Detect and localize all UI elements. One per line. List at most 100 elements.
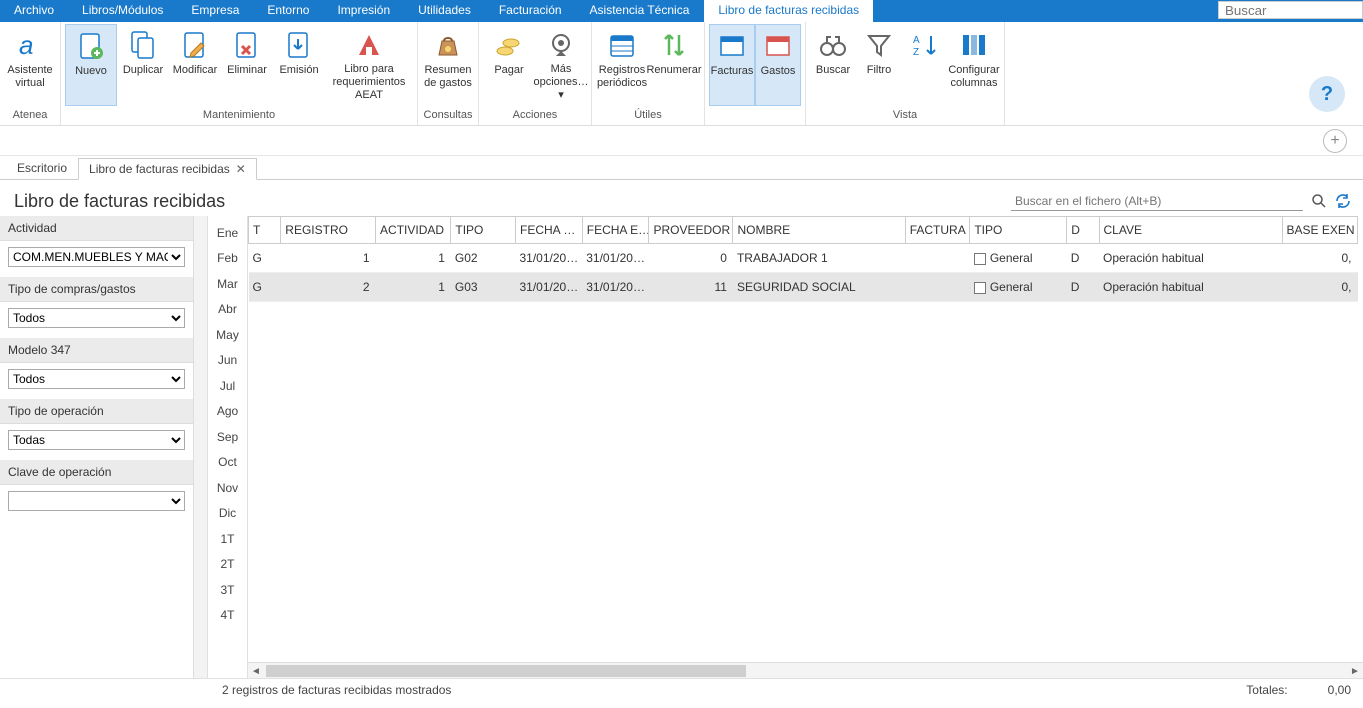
month-abr[interactable]: Abr [208, 297, 247, 323]
ribbon-asistente-virtual[interactable]: aAsistente virtual [4, 24, 56, 106]
table-row[interactable]: G21G0331/01/20…31/01/20…11SEGURIDAD SOCI… [249, 273, 1358, 302]
scroll-right-icon[interactable]: ► [1347, 663, 1363, 678]
status-totals-value: 0,00 [1328, 683, 1351, 697]
month-jun[interactable]: Jun [208, 348, 247, 374]
ribbon-label: Registros periódicos [597, 64, 647, 90]
ribbon-label: Modificar [173, 64, 218, 77]
menu-archivo[interactable]: Archivo [0, 0, 68, 22]
ribbon-facturas[interactable]: Facturas [709, 24, 755, 106]
month-oct[interactable]: Oct [208, 450, 247, 476]
col-header[interactable]: FECHA E… [582, 217, 649, 244]
filter-body: Todas [0, 424, 193, 460]
cell: G02 [451, 244, 516, 273]
col-header[interactable]: NOMBRE [733, 217, 905, 244]
cell: 0 [649, 244, 733, 273]
month-may[interactable]: May [208, 322, 247, 348]
menu-utilidades[interactable]: Utilidades [404, 0, 485, 22]
month-1t[interactable]: 1T [208, 526, 247, 552]
cell [905, 244, 970, 273]
ribbon-group-label: Útiles [596, 107, 700, 125]
col-header[interactable]: CLAVE [1099, 217, 1282, 244]
ribbon-nuevo[interactable]: Nuevo [65, 24, 117, 106]
month-ene[interactable]: Ene [208, 220, 247, 246]
filter-select-tipo-de-operaci-n[interactable]: Todas [8, 430, 185, 450]
search-icon[interactable] [1311, 193, 1327, 209]
month-mar[interactable]: Mar [208, 271, 247, 297]
filter-select-tipo-de-compras-gastos[interactable]: Todos [8, 308, 185, 328]
data-grid[interactable]: TREGISTROACTIVIDADTIPOFECHA …FECHA E…PRO… [248, 216, 1363, 662]
col-header[interactable]: TIPO [451, 217, 516, 244]
ribbon-config-columnas[interactable]: Configurar columnas [948, 24, 1000, 106]
col-header[interactable]: TIPO [970, 217, 1067, 244]
doc-arrow-icon [282, 28, 316, 62]
scroll-left-icon[interactable]: ◄ [248, 663, 264, 678]
col-header[interactable]: PROVEEDOR [649, 217, 733, 244]
menu-impresi-n[interactable]: Impresión [323, 0, 404, 22]
col-header[interactable]: ACTIVIDAD [376, 217, 451, 244]
ribbon-buscar[interactable]: Buscar [810, 24, 856, 106]
close-icon[interactable]: ✕ [236, 162, 246, 176]
ribbon-filtro[interactable]: Filtro [856, 24, 902, 106]
doc-x-icon [230, 28, 264, 62]
ribbon-orden[interactable]: AZ [902, 24, 948, 106]
ribbon-mas-opciones[interactable]: Más opciones… ▾ [535, 24, 587, 106]
add-tab-button[interactable]: + [1323, 129, 1347, 153]
menu-entorno[interactable]: Entorno [253, 0, 323, 22]
ribbon-registros-periodicos[interactable]: Registros periódicos [596, 24, 648, 106]
ribbon-pagar[interactable]: Pagar [483, 24, 535, 106]
menu-empresa[interactable]: Empresa [177, 0, 253, 22]
ribbon-label: Facturas [711, 65, 754, 78]
month-nov[interactable]: Nov [208, 475, 247, 501]
month-4t[interactable]: 4T [208, 603, 247, 629]
ribbon-emision[interactable]: Emisión [273, 24, 325, 106]
menu-facturaci-n[interactable]: Facturación [485, 0, 576, 22]
menu-asistencia-t-cnica[interactable]: Asistencia Técnica [576, 0, 704, 22]
ribbon: aAsistente virtualAteneaNuevoDuplicarMod… [0, 22, 1363, 126]
bag-coins-icon [431, 28, 465, 62]
ribbon-modificar[interactable]: Modificar [169, 24, 221, 106]
ribbon-group-mantenimiento: NuevoDuplicar ModificarEliminarEmisiónLib… [61, 22, 418, 125]
month-jul[interactable]: Jul [208, 373, 247, 399]
filter-body [0, 485, 193, 521]
ribbon-resumen-gastos[interactable]: Resumen de gastos [422, 24, 474, 106]
file-search-input[interactable] [1011, 192, 1303, 211]
global-search-input[interactable] [1218, 1, 1363, 19]
ribbon-eliminar[interactable]: Eliminar [221, 24, 273, 106]
table-row[interactable]: G11G0231/01/20…31/01/20…0TRABAJADOR 1Gen… [249, 244, 1358, 273]
ribbon-group-label: Consultas [422, 107, 474, 125]
filter-body: Todos [0, 302, 193, 338]
doctab-libro-de-facturas-recibidas[interactable]: Libro de facturas recibidas✕ [78, 158, 257, 180]
ribbon-gastos[interactable]: Gastos [755, 24, 801, 106]
month-sep[interactable]: Sep [208, 424, 247, 450]
month-feb[interactable]: Feb [208, 246, 247, 272]
scroll-thumb[interactable] [266, 665, 746, 677]
horizontal-scrollbar[interactable]: ◄ ► [248, 662, 1363, 678]
ribbon-renumerar[interactable]: Renumerar [648, 24, 700, 106]
col-header[interactable]: BASE EXEN [1282, 217, 1357, 244]
month-ago[interactable]: Ago [208, 399, 247, 425]
grid-wrap: TREGISTROACTIVIDADTIPOFECHA …FECHA E…PRO… [248, 216, 1363, 678]
ribbon-libro-aeat[interactable]: Libro para requerimientos AEAT [325, 24, 413, 106]
svg-text:a: a [19, 30, 33, 60]
month-2t[interactable]: 2T [208, 552, 247, 578]
filter-scrollbar[interactable] [193, 216, 207, 678]
cell: G [249, 244, 281, 273]
col-header[interactable]: FACTURA [905, 217, 970, 244]
ribbon-duplicar[interactable]: Duplicar [117, 24, 169, 106]
menu-libros-m-dulos[interactable]: Libros/Módulos [68, 0, 177, 22]
month-dic[interactable]: Dic [208, 501, 247, 527]
filter-select-modelo-[interactable]: Todos [8, 369, 185, 389]
col-header[interactable]: FECHA … [515, 217, 582, 244]
col-header[interactable]: T [249, 217, 281, 244]
help-icon[interactable]: ? [1309, 76, 1345, 112]
menu-libro-de-facturas-recibidas[interactable]: Libro de facturas recibidas [703, 0, 874, 22]
filter-select-clave-de-operaci-n[interactable] [8, 491, 185, 511]
col-header[interactable]: REGISTRO [281, 217, 376, 244]
col-header[interactable]: D [1067, 217, 1099, 244]
ribbon-label: Más opciones… ▾ [533, 63, 588, 102]
filter-select-actividad[interactable]: COM.MEN.MUEBLES Y MAQUIN. [8, 247, 185, 267]
menu-bar: ArchivoLibros/MódulosEmpresaEntornoImpre… [0, 0, 1363, 22]
refresh-icon[interactable] [1335, 193, 1351, 209]
doctab-escritorio[interactable]: Escritorio [6, 157, 78, 179]
month-3t[interactable]: 3T [208, 577, 247, 603]
